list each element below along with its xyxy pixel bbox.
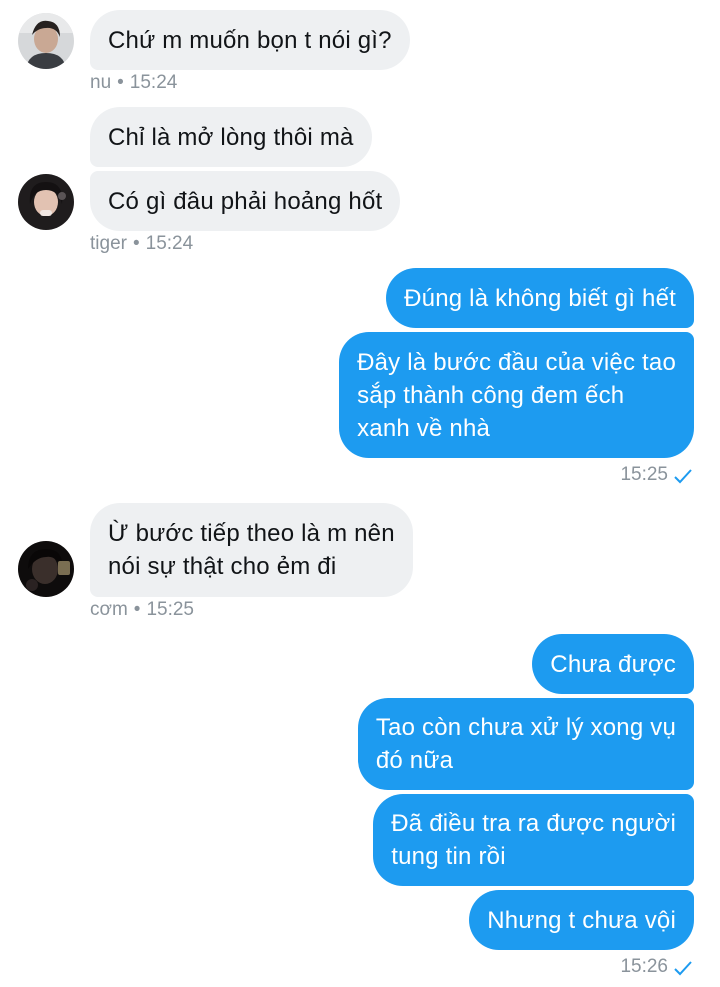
message-line: Tao còn chưa xử lý xong vụ [375, 714, 676, 741]
message-line: đó nữa [375, 747, 454, 774]
message-line: sắp thành công đem ếch [357, 381, 625, 409]
message-bubble[interactable]: Chỉ là mở lòng thôi mà [90, 107, 372, 167]
message-bubble[interactable]: Tao còn chưa xử lý xong vụ đó nữa [357, 698, 694, 790]
check-icon [674, 961, 692, 976]
message-line: Đã điều tra ra được người [391, 810, 676, 837]
message-text: Đúng là không biết gì hết [404, 284, 676, 312]
message-text: Chỉ là mở lòng thôi mà [108, 123, 354, 151]
message-bubble[interactable]: Chưa được [532, 634, 694, 694]
timestamp: 15:25 [620, 464, 668, 485]
avatar-tiger[interactable] [18, 174, 74, 230]
message-text: Chưa được [550, 650, 676, 678]
message-meta: 15:25 [620, 464, 668, 486]
message-bubble[interactable]: Đây là bước đầu của việc tao sắp thành c… [339, 332, 694, 458]
timestamp: 15:25 [146, 599, 194, 620]
message-text: Chứ m muốn bọn t nói gì? [108, 26, 392, 54]
message-bubble[interactable]: Có gì đâu phải hoảng hốt [90, 171, 401, 231]
message-bubble[interactable]: Chứ m muốn bọn t nói gì? [90, 10, 410, 70]
message-line: tung tin rồi [391, 843, 506, 870]
avatar-nu[interactable] [18, 13, 74, 69]
timestamp: 15:26 [620, 956, 668, 977]
message-meta: cơm • 15:25 [90, 599, 194, 621]
sender-name: tiger [90, 233, 127, 254]
message-line: xanh về nhà [357, 414, 491, 442]
message-bubble[interactable]: Đã điều tra ra được người tung tin rồi [373, 794, 694, 886]
message-line: nói sự thật cho ẻm đi [108, 553, 337, 580]
message-meta: nu • 15:24 [90, 72, 177, 94]
meta-separator: • [133, 599, 141, 620]
sender-name: cơm [90, 599, 128, 620]
message-text: Có gì đâu phải hoảng hốt [108, 187, 383, 215]
sender-name: nu [90, 72, 112, 93]
message-bubble[interactable]: Ừ bước tiếp theo là m nên nói sự thật ch… [90, 503, 413, 597]
timestamp: 15:24 [129, 72, 178, 93]
message-bubble[interactable]: Đúng là không biết gì hết [386, 268, 694, 328]
message-text: Nhưng t chưa vội [487, 906, 676, 934]
message-line: Đây là bước đầu của việc tao [357, 348, 676, 376]
message-line: Ừ bước tiếp theo là m nên [108, 520, 395, 547]
message-bubble[interactable]: Nhưng t chưa vội [469, 890, 694, 950]
meta-separator: • [117, 72, 124, 93]
avatar-com[interactable] [18, 541, 74, 597]
check-icon [674, 469, 692, 484]
message-meta: 15:26 [620, 956, 668, 978]
message-meta: tiger • 15:24 [90, 233, 193, 255]
timestamp: 15:24 [145, 233, 194, 254]
meta-separator: • [132, 233, 140, 254]
